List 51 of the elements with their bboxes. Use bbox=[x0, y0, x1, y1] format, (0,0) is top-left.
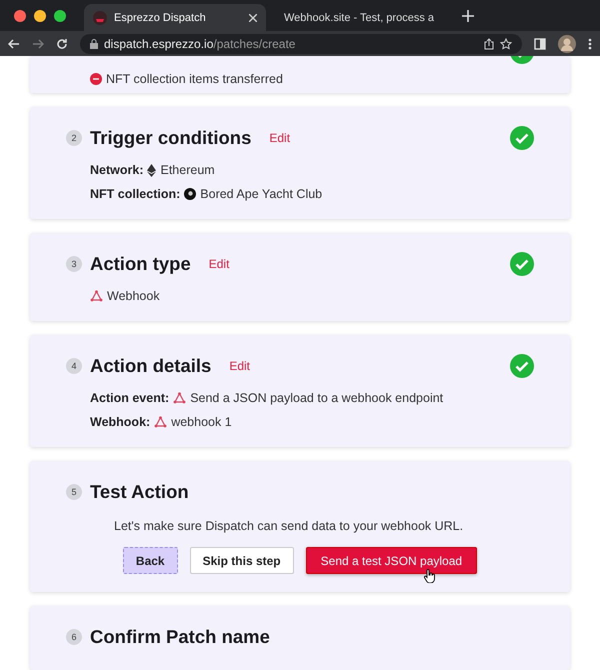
edit-link[interactable]: Edit bbox=[208, 257, 230, 271]
step-title: Trigger conditions bbox=[90, 127, 252, 149]
detail-value: NFT collection items transferred bbox=[106, 72, 283, 86]
detail-value: Ethereum bbox=[160, 163, 215, 177]
browser-tab[interactable]: Esprezzo Dispatch bbox=[84, 4, 266, 31]
detail-value: Send a JSON payload to a webhook endpoint bbox=[190, 391, 444, 405]
detail-value: webhook 1 bbox=[171, 415, 232, 429]
close-icon[interactable] bbox=[249, 14, 257, 22]
detail-label: Webhook: bbox=[90, 415, 150, 429]
skip-button[interactable]: Skip this step bbox=[190, 547, 294, 574]
window-control[interactable] bbox=[54, 10, 66, 22]
ethereum-icon bbox=[147, 164, 156, 176]
window-control[interactable] bbox=[34, 10, 46, 22]
step-title: Test Action bbox=[90, 481, 189, 503]
window-control[interactable] bbox=[14, 10, 26, 22]
cup-icon bbox=[93, 10, 107, 24]
forward-arrow-icon[interactable] bbox=[32, 38, 44, 50]
detail-value: Webhook bbox=[107, 289, 160, 303]
webhook-icon bbox=[154, 416, 168, 428]
detail-label: NFT collection: bbox=[90, 187, 180, 201]
step-number: 4 bbox=[66, 358, 82, 374]
star-icon[interactable] bbox=[500, 38, 512, 50]
step-number: 5 bbox=[66, 484, 82, 500]
detail-label: Network: bbox=[90, 163, 144, 177]
webhook-icon bbox=[90, 290, 103, 302]
new-tab-icon[interactable] bbox=[462, 10, 474, 22]
menu-icon[interactable] bbox=[588, 38, 592, 50]
step-description: Let's make sure Dispatch can send data to your webhook URL. bbox=[114, 519, 464, 533]
detail-value: Bored Ape Yacht Club bbox=[200, 187, 322, 201]
step-title: Action type bbox=[90, 253, 191, 275]
step-number: 2 bbox=[66, 130, 82, 146]
step-title: Confirm Patch name bbox=[90, 626, 270, 648]
reload-icon[interactable] bbox=[56, 38, 68, 50]
edit-link[interactable]: Edit bbox=[269, 131, 290, 145]
edit-link[interactable]: Edit bbox=[229, 359, 250, 373]
browser-tab[interactable]: Webhook.site - Test, process a bbox=[268, 4, 450, 31]
address-bar[interactable]: dispatch.esprezzo.io/patches/create bbox=[80, 34, 522, 54]
side-panel-icon[interactable] bbox=[534, 38, 546, 50]
collection-avatar-icon bbox=[184, 188, 196, 200]
detail-label: Action event: bbox=[90, 391, 170, 405]
back-arrow-icon[interactable] bbox=[8, 38, 20, 50]
step-number: 3 bbox=[66, 256, 82, 272]
url-text: dispatch.esprezzo.io/patches/create bbox=[104, 36, 296, 50]
back-button[interactable]: Back bbox=[122, 547, 178, 574]
profile-avatar-icon[interactable] bbox=[558, 34, 576, 52]
step-title: Action details bbox=[90, 355, 212, 377]
lock-icon bbox=[90, 38, 98, 48]
webhook-icon bbox=[173, 392, 186, 404]
nft-badge-icon bbox=[90, 73, 102, 85]
step-number: 6 bbox=[66, 629, 82, 645]
share-icon[interactable] bbox=[484, 38, 494, 50]
